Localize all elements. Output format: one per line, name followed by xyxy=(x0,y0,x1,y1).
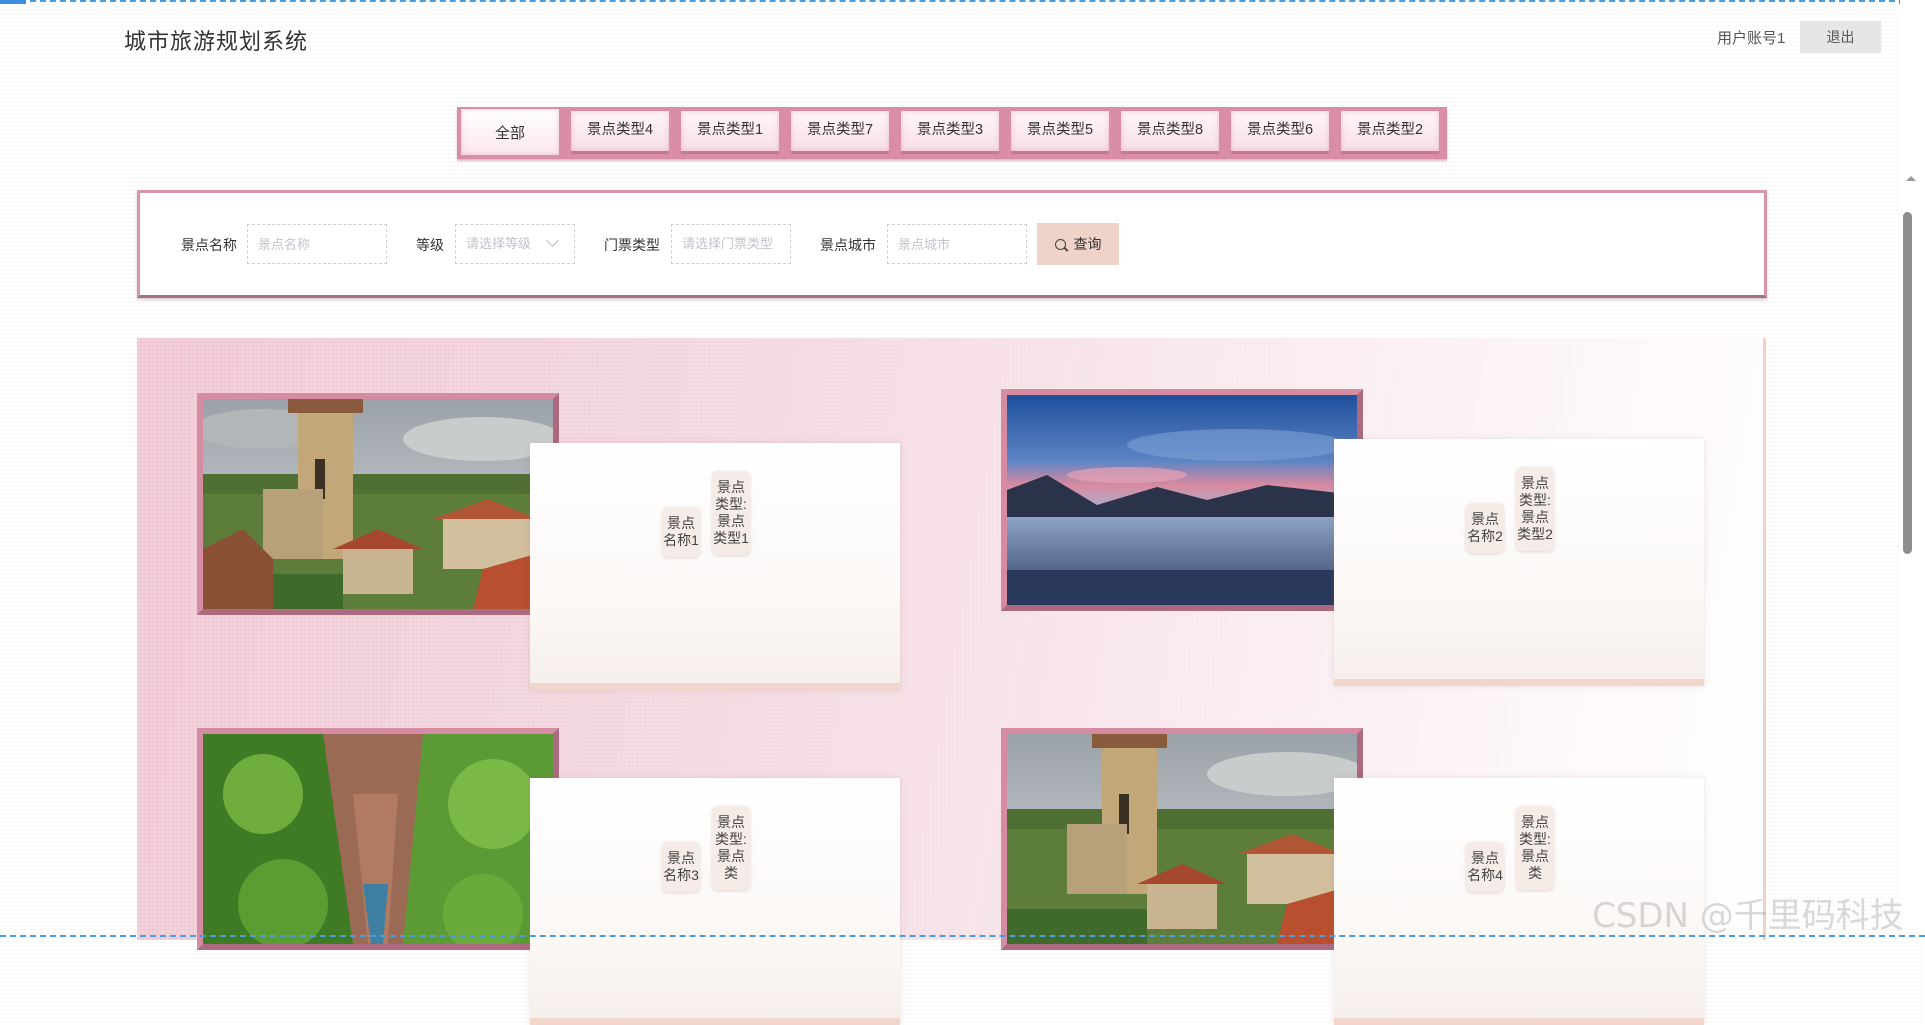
spot-type-text: 景点类型:景点类型1 xyxy=(712,471,750,555)
spot-info-panel: 景点名称2 景点类型:景点类型2 xyxy=(1334,439,1704,686)
site-title: 城市旅游规划系统 xyxy=(124,29,309,54)
spot-image[interactable] xyxy=(1001,389,1363,611)
spot-type-text: 景点类型:景点类 xyxy=(1516,806,1554,890)
spot-city-label: 景点城市 xyxy=(820,237,876,253)
category-tab-bar: 全部 景点类型4 景点类型1 景点类型7 景点类型3 景点类型5 景点类型8 景… xyxy=(457,107,1447,159)
tab-type-3[interactable]: 景点类型3 xyxy=(901,111,999,154)
level-label: 等级 xyxy=(416,237,444,253)
ticket-type-select[interactable]: 请选择门票类型 xyxy=(671,224,791,264)
spot-info-panel: 景点名称3 景点类型:景点类 xyxy=(530,778,900,1025)
tab-type-6[interactable]: 景点类型6 xyxy=(1231,111,1329,154)
spot-image[interactable] xyxy=(1001,728,1363,950)
watermark: CSDN @千里码科技 xyxy=(1592,896,1904,936)
spot-image[interactable] xyxy=(197,393,559,615)
scroll-up-arrow-icon[interactable] xyxy=(1906,176,1916,181)
list-right-border xyxy=(1763,338,1766,940)
village-church-image xyxy=(203,399,553,609)
green-canyon-image xyxy=(203,734,553,944)
level-select[interactable]: 请选择等级 xyxy=(455,224,575,264)
spot-name-text: 景点名称4 xyxy=(1466,842,1504,892)
tab-type-2[interactable]: 景点类型2 xyxy=(1341,111,1439,154)
spot-type-text: 景点类型:景点类 xyxy=(712,806,750,890)
tab-type-8[interactable]: 景点类型8 xyxy=(1121,111,1219,154)
spot-city-input[interactable] xyxy=(887,224,1027,264)
query-button[interactable]: 查询 xyxy=(1037,223,1119,265)
scrollbar-thumb[interactable] xyxy=(1903,212,1912,554)
bottom-dashed-border xyxy=(0,935,1925,938)
spot-image[interactable] xyxy=(197,728,559,950)
tab-type-5[interactable]: 景点类型5 xyxy=(1011,111,1109,154)
user-account-label[interactable]: 用户账号1 xyxy=(1717,27,1785,48)
village-church-image xyxy=(1007,734,1357,944)
search-icon xyxy=(1054,239,1066,250)
tab-type-1[interactable]: 景点类型1 xyxy=(681,111,779,154)
logout-button[interactable]: 退出 xyxy=(1800,21,1881,53)
spot-name-text: 景点名称2 xyxy=(1466,503,1504,553)
spot-info-panel: 景点名称1 景点类型:景点类型1 xyxy=(530,443,900,690)
spot-type-text: 景点类型:景点类型2 xyxy=(1516,467,1554,551)
lake-sunset-image xyxy=(1007,395,1357,605)
tab-type-4[interactable]: 景点类型4 xyxy=(571,111,669,154)
ticket-type-label: 门票类型 xyxy=(604,237,660,253)
top-accent-left xyxy=(0,0,26,4)
query-button-label: 查询 xyxy=(1073,236,1102,252)
spot-name-input[interactable] xyxy=(247,224,387,264)
spot-name-label: 景点名称 xyxy=(181,237,237,253)
tab-all[interactable]: 全部 xyxy=(461,109,559,155)
spot-name-text: 景点名称1 xyxy=(662,507,700,557)
tab-type-7[interactable]: 景点类型7 xyxy=(791,111,889,154)
top-dashed-border xyxy=(0,0,1925,3)
spot-name-text: 景点名称3 xyxy=(662,842,700,892)
